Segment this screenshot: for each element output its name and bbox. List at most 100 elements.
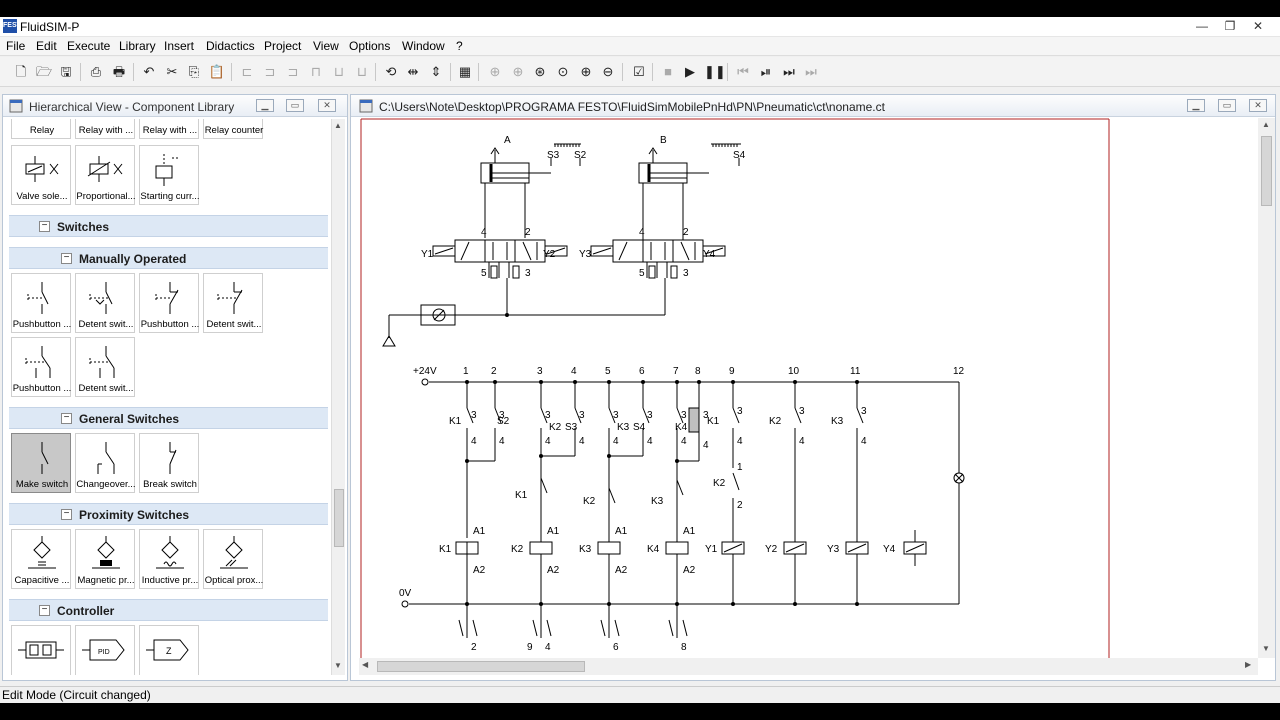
minimize-icon[interactable]: — (1188, 17, 1216, 35)
collapse-switches-icon[interactable]: − (39, 221, 50, 232)
changeover-tile[interactable]: Changeover... (75, 433, 136, 493)
zoom-fit-icon[interactable]: ⊛ (531, 63, 549, 81)
pushbutton-tile[interactable]: Pushbutton ... (11, 273, 71, 333)
category-proximity-switches[interactable]: − Proximity Switches (9, 503, 328, 525)
menu-help[interactable]: ? (456, 39, 463, 53)
vscroll-thumb[interactable] (1261, 136, 1272, 206)
category-controller[interactable]: − Controller (9, 599, 328, 621)
menu-insert[interactable]: Insert (164, 39, 194, 53)
menu-options[interactable]: Options (349, 39, 390, 53)
rotate-icon[interactable]: ⟲ (382, 63, 400, 81)
pause-icon[interactable]: ❚❚ (704, 63, 726, 81)
zoom-page-icon[interactable]: ⊙ (554, 63, 572, 81)
open-icon[interactable]: 🗁 (35, 63, 53, 81)
save-icon[interactable]: 🖫 (57, 63, 75, 81)
new-icon[interactable]: 🗋 (12, 63, 30, 81)
zoom-icon[interactable]: ⊕ (486, 63, 504, 81)
menu-project[interactable]: Project (264, 39, 301, 53)
category-switches[interactable]: − Switches (9, 215, 328, 237)
library-scrollbar[interactable]: ▲ ▼ (331, 119, 345, 675)
align-center-icon[interactable]: ⊐ (261, 63, 279, 81)
pid-controller-tile[interactable]: PID (75, 625, 135, 675)
collapse-manual-icon[interactable]: − (61, 253, 72, 264)
inductive-tile[interactable]: Inductive pr... (139, 529, 199, 589)
library-maximize-icon[interactable]: ▭ (286, 99, 304, 112)
circuit-diagram[interactable]: A B S3 S2 S4 Y1 Y2 Y3 Y4 4 2 5 3 4 2 5 3 +24… (359, 118, 1259, 658)
copy-icon[interactable]: ⎘ (185, 63, 203, 81)
circuit-horizontal-scrollbar[interactable]: ◀ ▶ (359, 658, 1258, 675)
relay-tile[interactable]: Relay (11, 119, 71, 139)
mirror-v-icon[interactable]: ⇕ (427, 63, 445, 81)
menu-execute[interactable]: Execute (67, 39, 110, 53)
cut-icon[interactable]: ✂ (163, 63, 181, 81)
controller-tile[interactable] (11, 625, 71, 675)
hscroll-thumb[interactable] (377, 661, 585, 672)
pushbutton-break-tile[interactable]: Pushbutton ... (139, 273, 199, 333)
align-left-icon[interactable]: ⊏ (238, 63, 256, 81)
collapse-controller-icon[interactable]: − (39, 605, 50, 616)
vscroll-up-icon[interactable]: ▲ (1262, 120, 1270, 129)
maximize-icon[interactable]: ❐ (1216, 17, 1244, 35)
circuit-canvas[interactable]: A B S3 S2 S4 Y1 Y2 Y3 Y4 4 2 5 3 4 2 5 3 +24… (359, 118, 1259, 658)
menu-view[interactable]: View (313, 39, 339, 53)
single-step-icon[interactable]: ⏯ (757, 63, 775, 81)
align-bottom-icon[interactable]: ⊔ (353, 63, 371, 81)
stop-icon[interactable]: ■ (659, 63, 677, 81)
print-preview-icon[interactable]: ⎙ (87, 63, 105, 81)
check-drawing-icon[interactable]: ☑ (630, 63, 648, 81)
valve-solenoid-tile[interactable]: Valve sole... (11, 145, 71, 205)
align-right-icon[interactable]: ⊐ (284, 63, 302, 81)
circuit-close-icon[interactable]: ✕ (1249, 99, 1267, 112)
undo-icon[interactable]: ↶ (140, 63, 158, 81)
detent-switch-tile[interactable]: Detent swit... (75, 273, 135, 333)
step-forward-icon[interactable]: ⏭ (780, 63, 798, 81)
make-switch-tile[interactable]: Make switch (11, 433, 71, 493)
menu-window[interactable]: Window (402, 39, 445, 53)
category-general-switches[interactable]: − General Switches (9, 407, 328, 429)
close-icon[interactable]: ✕ (1244, 17, 1272, 35)
paste-icon[interactable]: 📋 (208, 63, 226, 81)
zoom-out-icon[interactable]: ⊖ (599, 63, 617, 81)
vscroll-down-icon[interactable]: ▼ (1262, 644, 1270, 653)
zoom-in-icon[interactable]: ⊕ (577, 63, 595, 81)
relay-counter-tile[interactable]: Relay counter (203, 119, 263, 139)
magnetic-tile[interactable]: Magnetic pr... (75, 529, 135, 589)
menu-library[interactable]: Library (119, 39, 156, 53)
library-close-icon[interactable]: ✕ (318, 99, 336, 112)
zoom-window-icon[interactable]: ⊕ (509, 63, 527, 81)
z-controller-tile[interactable]: Z (139, 625, 199, 675)
proportional-tile[interactable]: Proportional... (75, 145, 136, 205)
scroll-down-icon[interactable]: ▼ (334, 661, 342, 670)
library-minimize-icon[interactable]: ▁ (256, 99, 274, 112)
collapse-general-icon[interactable]: − (61, 413, 72, 424)
scroll-up-icon[interactable]: ▲ (334, 121, 342, 130)
relay-with-tile[interactable]: Relay with ... (75, 119, 135, 139)
step-end-icon[interactable]: ⏭ (802, 63, 820, 81)
hscroll-left-icon[interactable]: ◀ (362, 660, 368, 669)
detent-changeover-tile[interactable]: Detent swit... (75, 337, 135, 397)
category-manually-operated[interactable]: − Manually Operated (9, 247, 328, 269)
reset-icon[interactable]: ⏮ (734, 63, 752, 81)
detent-switch-break-tile[interactable]: Detent swit... (203, 273, 263, 333)
pushbutton-changeover-tile[interactable]: Pushbutton ... (11, 337, 71, 397)
hscroll-right-icon[interactable]: ▶ (1245, 660, 1251, 669)
circuit-maximize-icon[interactable]: ▭ (1218, 99, 1236, 112)
relay-with-tile-2[interactable]: Relay with ... (139, 119, 199, 139)
circuit-vertical-scrollbar[interactable]: ▲ ▼ (1258, 118, 1275, 658)
starting-current-tile[interactable]: Starting curr... (139, 145, 200, 205)
library-scroll-thumb[interactable] (334, 489, 344, 547)
grid-icon[interactable]: ▦ (456, 63, 474, 81)
break-switch-tile[interactable]: Break switch (139, 433, 199, 493)
play-icon[interactable]: ▶ (681, 63, 699, 81)
menu-edit[interactable]: Edit (36, 39, 57, 53)
align-middle-icon[interactable]: ⊔ (330, 63, 348, 81)
mirror-h-icon[interactable]: ⇹ (404, 63, 422, 81)
collapse-proximity-icon[interactable]: − (61, 509, 72, 520)
print-icon[interactable]: 🖶 (110, 63, 128, 81)
circuit-minimize-icon[interactable]: ▁ (1187, 99, 1205, 112)
capacitive-tile[interactable]: Capacitive ... (11, 529, 71, 589)
align-top-icon[interactable]: ⊓ (307, 63, 325, 81)
menu-didactics[interactable]: Didactics (206, 39, 255, 53)
optical-tile[interactable]: Optical prox... (203, 529, 263, 589)
menu-file[interactable]: File (6, 39, 25, 53)
